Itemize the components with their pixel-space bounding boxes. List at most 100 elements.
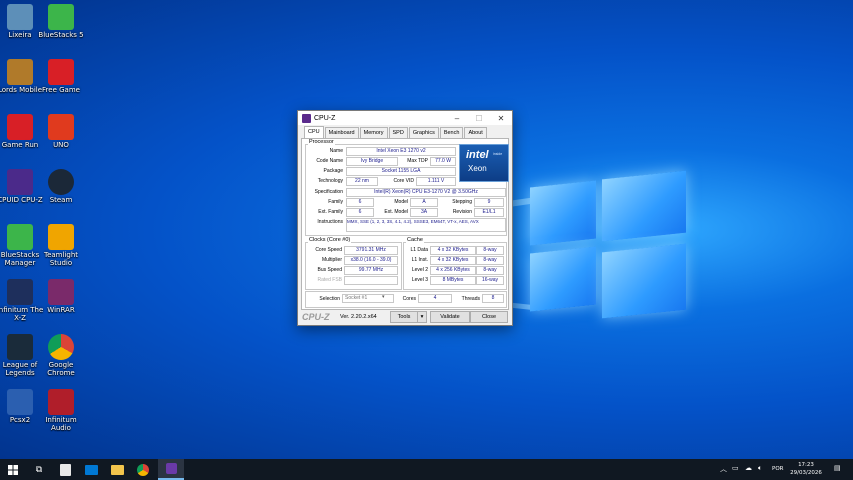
teamlight-icon <box>48 224 74 250</box>
corespeed-label: Core Speed <box>315 247 342 253</box>
bluestacks-icon <box>48 4 74 30</box>
desktop-icon-label: WinRAR <box>47 306 75 314</box>
start-button[interactable] <box>0 459 26 480</box>
l1data-size: 4 x 32 KBytes <box>430 246 476 255</box>
desktop-icon[interactable]: WinRAR <box>35 277 87 323</box>
selection-select[interactable]: Socket #1 <box>342 294 394 303</box>
close-icon[interactable]: ✕ <box>490 114 512 123</box>
clock[interactable]: 17:23 29/03/2026 <box>782 461 830 477</box>
level3-ways: 16-way <box>476 276 504 285</box>
bluestacks-manager-icon <box>7 224 33 250</box>
clocks-group-label: Clocks (Core #0) <box>308 237 352 243</box>
validate-button[interactable]: Validate <box>430 311 470 323</box>
version-text: Ver. 2.20.2.x64 <box>340 314 377 320</box>
close-button[interactable]: Close <box>470 311 508 323</box>
taskbar: ⧉ ︿ ▭ ☁ 🔈︎ POR 17:23 29/03/2026 ▤ <box>0 459 853 480</box>
tab-mainboard[interactable]: Mainboard <box>324 127 359 138</box>
codename-label: Code Name <box>316 158 343 164</box>
tab-spd[interactable]: SPD <box>388 127 408 138</box>
cores-label: Cores <box>402 296 416 302</box>
chevron-down-icon[interactable]: ▾ <box>382 294 385 300</box>
technology-label: Technology <box>317 178 343 184</box>
selection-label: Selection <box>319 296 340 302</box>
tray-chevron-icon[interactable]: ︿ <box>720 464 727 474</box>
busspeed-value: 99.77 MHz <box>344 266 398 275</box>
tab-bar: CPU Mainboard Memory SPD Graphics Bench … <box>298 126 512 138</box>
desktop-icon[interactable]: Infinitum Audio <box>35 387 87 433</box>
stepping-label: Stepping <box>452 199 472 205</box>
tab-bench[interactable]: Bench <box>439 127 464 138</box>
maxtdp-label: Max TDP <box>407 158 428 164</box>
specification-value: Intel(R) Xeon(R) CPU E3-1270 V2 @ 3.50GH… <box>346 188 506 197</box>
ratedfsb-value <box>344 276 398 285</box>
package-value: Socket 1155 LGA <box>346 167 456 176</box>
desktop-icon[interactable]: Free Game <box>35 57 87 103</box>
notification-icon[interactable]: ▤ <box>834 464 841 472</box>
tools-dropdown-icon[interactable]: ▾ <box>417 311 427 323</box>
network-icon[interactable]: ▭ <box>732 464 739 472</box>
tab-graphics[interactable]: Graphics <box>408 127 439 138</box>
processor-group-label: Processor <box>308 139 335 145</box>
task-view-icon[interactable]: ⧉ <box>26 459 52 480</box>
onedrive-icon[interactable]: ☁ <box>745 464 752 472</box>
lords-mobile-icon <box>7 59 33 85</box>
instructions-value: MMX, SSE (1, 2, 3, 3S, 4.1, 4.2), SSSE3,… <box>346 218 506 232</box>
pcsx2-icon <box>7 389 33 415</box>
instructions-label: Instructions <box>317 219 343 225</box>
intel-inside: inside <box>493 152 503 156</box>
extmodel-value: 3A <box>410 208 438 217</box>
revision-label: Revision <box>452 209 472 215</box>
footer-bar: CPU-Z Ver. 2.20.2.x64 Tools ▾ Validate C… <box>298 310 512 325</box>
desktop-icon[interactable]: Steam <box>35 167 87 213</box>
file-explorer-taskbar-icon[interactable] <box>104 459 130 480</box>
level2-ways: 8-way <box>476 266 504 275</box>
chrome-taskbar-icon[interactable] <box>130 459 156 480</box>
threads-value: 8 <box>482 294 504 303</box>
extfamily-label: Ext. Family <box>318 209 343 215</box>
nz-icon <box>7 279 33 305</box>
cpuz-taskbar-icon[interactable] <box>158 459 184 480</box>
calculator-taskbar-icon[interactable] <box>52 459 78 480</box>
game-run-icon <box>7 114 33 140</box>
desktop-icon[interactable]: Teamlight Studio <box>35 222 87 268</box>
chrome-icon <box>48 334 74 360</box>
maxtdp-value: 77.0 W <box>430 157 456 166</box>
technology-value: 22 nm <box>346 177 378 186</box>
intel-xeon-logo: intel inside Xeon <box>459 144 509 182</box>
cpuz-icon <box>7 169 33 195</box>
maximize-icon[interactable]: ☐ <box>468 114 490 123</box>
level2-label: Level 2 <box>411 267 428 273</box>
cores-value: 4 <box>418 294 452 303</box>
desktop-icon-label: Infinitum Audio <box>45 416 77 432</box>
cache-group-label: Cache <box>406 237 424 243</box>
threads-label: Threads <box>461 296 480 302</box>
desktop-icon-label: BlueStacks 5 <box>38 31 84 39</box>
mail-taskbar-icon[interactable] <box>78 459 104 480</box>
intel-xeon: Xeon <box>468 164 487 173</box>
intel-brand: intel <box>466 149 489 161</box>
tab-about[interactable]: About <box>464 127 487 138</box>
desktop-icon-label: Steam <box>49 196 73 204</box>
title-bar[interactable]: CPU-Z – ☐ ✕ <box>298 111 512 125</box>
clock-date: 29/03/2026 <box>790 470 822 476</box>
cpuz-window: CPU-Z – ☐ ✕ CPU Mainboard Memory SPD Gra… <box>297 110 513 326</box>
package-label: Package <box>323 168 343 174</box>
specification-label: Specification <box>314 189 343 195</box>
tab-cpu[interactable]: CPU <box>304 126 324 138</box>
stepping-value: 9 <box>474 198 504 207</box>
desktop-icon[interactable]: Google Chrome <box>35 332 87 378</box>
l1data-label: L1 Data <box>410 247 428 253</box>
desktop-icon[interactable]: UNO <box>35 112 87 158</box>
l1inst-ways: 8-way <box>476 256 504 265</box>
family-value: 6 <box>346 198 374 207</box>
league-of-legends-icon <box>7 334 33 360</box>
tools-button[interactable]: Tools <box>390 311 418 323</box>
tab-memory[interactable]: Memory <box>359 127 388 138</box>
desktop-icon[interactable]: BlueStacks 5 <box>35 2 87 48</box>
ratedfsb-label: Rated FSB <box>317 277 342 283</box>
family-label: Family <box>328 199 343 205</box>
desktop-icon-label: Teamlight Studio <box>43 251 78 267</box>
speaker-icon[interactable]: 🔈︎ <box>758 464 762 473</box>
minimize-icon[interactable]: – <box>446 114 468 123</box>
uno-icon <box>48 114 74 140</box>
